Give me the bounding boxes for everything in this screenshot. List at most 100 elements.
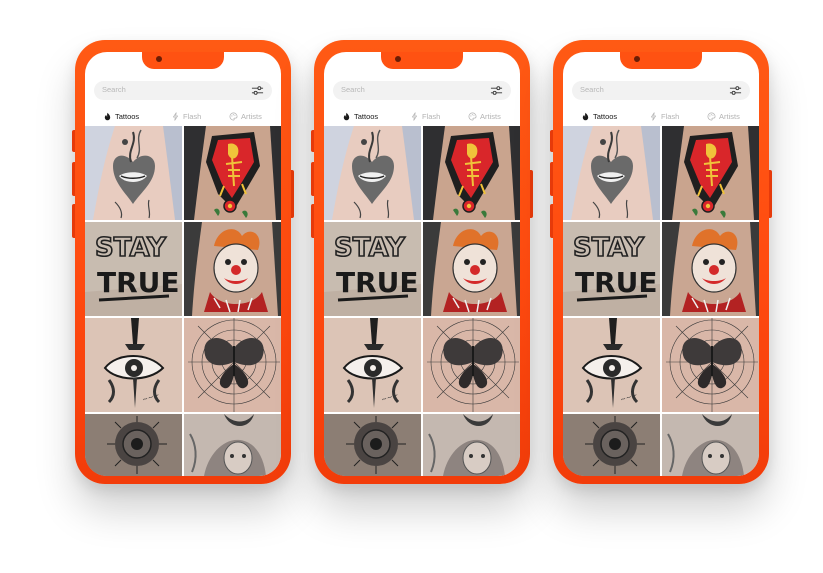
dagger-eye-tattoo-image: ~~~ bbox=[563, 318, 660, 412]
gallery-tile-skeleton[interactable] bbox=[662, 126, 759, 220]
flame-icon bbox=[104, 112, 111, 120]
filter-sliders-icon[interactable] bbox=[729, 84, 742, 97]
tattoo-lettering-bottom: TRUE bbox=[97, 266, 180, 299]
tab-flash[interactable]: Flash bbox=[171, 108, 201, 124]
gallery-tile-mandala[interactable] bbox=[85, 414, 182, 476]
mandala-tattoo-image bbox=[324, 414, 421, 476]
clown-tattoo-image bbox=[662, 222, 759, 316]
gallery-tile-stay-true[interactable]: STAY TRUE bbox=[563, 222, 660, 316]
flash-icon bbox=[650, 111, 657, 121]
front-camera bbox=[634, 56, 640, 62]
dagger-eye-tattoo-image: ~~~ bbox=[324, 318, 421, 412]
stay-true-lettering-tattoo-image: STAY TRUE bbox=[324, 222, 421, 316]
gallery-tile-skeleton[interactable] bbox=[423, 126, 520, 220]
tab-tattoos[interactable]: Tattoos bbox=[581, 108, 617, 124]
dagger-eye-tattoo-image: ~~~ bbox=[85, 318, 182, 412]
tattoo-gallery: STAY TRUE ~~~ bbox=[563, 126, 759, 476]
search-placeholder: Search bbox=[341, 85, 365, 94]
gallery-tile-mandala[interactable] bbox=[324, 414, 421, 476]
tattoo-lettering-top: STAY bbox=[95, 233, 167, 263]
tattoo-gallery: STAY TRUE ~~~ bbox=[85, 126, 281, 476]
gallery-tile-butterfly[interactable] bbox=[184, 318, 281, 412]
category-tabs: Tattoos Flash Artists bbox=[324, 108, 520, 124]
front-camera bbox=[395, 56, 401, 62]
volume-up-button bbox=[72, 162, 75, 196]
gallery-tile-butterfly[interactable] bbox=[423, 318, 520, 412]
tab-label: Artists bbox=[480, 111, 501, 121]
gallery-tile-dagger-eye[interactable]: ~~~ bbox=[563, 318, 660, 412]
tab-label: Flash bbox=[183, 111, 202, 121]
gallery-tile-heart-lips[interactable] bbox=[563, 126, 660, 220]
tab-label: Artists bbox=[719, 111, 740, 121]
stay-true-lettering-tattoo-image: STAY TRUE bbox=[85, 222, 182, 316]
butterfly-web-tattoo-image bbox=[423, 318, 520, 412]
tattoo-gallery: STAY TRUE ~~~ bbox=[324, 126, 520, 476]
gallery-tile-moon-portrait[interactable] bbox=[184, 414, 281, 476]
volume-down-button bbox=[550, 204, 553, 238]
gallery-tile-stay-true[interactable]: STAY TRUE bbox=[85, 222, 182, 316]
tab-flash[interactable]: Flash bbox=[410, 108, 440, 124]
skeleton-traditional-tattoo-image bbox=[184, 126, 281, 220]
gallery-tile-mandala[interactable] bbox=[563, 414, 660, 476]
gallery-tile-clown[interactable] bbox=[423, 222, 520, 316]
skeleton-traditional-tattoo-image bbox=[423, 126, 520, 220]
gallery-tile-skeleton[interactable] bbox=[184, 126, 281, 220]
power-button bbox=[530, 170, 533, 218]
phone-mockup-left: Search Tattoos Flash Artists STAY TRUE ~… bbox=[72, 40, 294, 484]
clown-tattoo-image bbox=[423, 222, 520, 316]
mandala-tattoo-image bbox=[85, 414, 182, 476]
gallery-tile-moon-portrait[interactable] bbox=[662, 414, 759, 476]
palette-icon bbox=[468, 112, 477, 120]
stay-true-lettering-tattoo-image: STAY TRUE bbox=[563, 222, 660, 316]
mute-switch bbox=[72, 130, 75, 152]
notch bbox=[381, 52, 463, 69]
mandala-tattoo-image bbox=[563, 414, 660, 476]
butterfly-web-tattoo-image bbox=[184, 318, 281, 412]
gallery-tile-moon-portrait[interactable] bbox=[423, 414, 520, 476]
tab-label: Tattoos bbox=[354, 111, 379, 121]
tab-artists[interactable]: Artists bbox=[229, 108, 262, 124]
palette-icon bbox=[229, 112, 238, 120]
gallery-tile-clown[interactable] bbox=[184, 222, 281, 316]
gallery-tile-dagger-eye[interactable]: ~~~ bbox=[324, 318, 421, 412]
heart-lips-tattoo-image bbox=[324, 126, 421, 220]
tab-tattoos[interactable]: Tattoos bbox=[342, 108, 378, 124]
tab-flash[interactable]: Flash bbox=[649, 108, 679, 124]
tab-label: Flash bbox=[422, 111, 441, 121]
tab-tattoos[interactable]: Tattoos bbox=[103, 108, 139, 124]
butterfly-web-tattoo-image bbox=[662, 318, 759, 412]
tab-label: Artists bbox=[241, 111, 262, 121]
phone-mockup-center: Search Tattoos Flash Artists STAY TRUE ~… bbox=[311, 40, 533, 484]
skeleton-traditional-tattoo-image bbox=[662, 126, 759, 220]
mockup-stage: Search Tattoos Flash Artists STAY TRUE ~… bbox=[0, 0, 823, 573]
tattoo-lettering-bottom: TRUE bbox=[575, 266, 658, 299]
tab-artists[interactable]: Artists bbox=[707, 108, 740, 124]
search-placeholder: Search bbox=[580, 85, 604, 94]
flash-icon bbox=[172, 111, 179, 121]
filter-sliders-icon[interactable] bbox=[490, 84, 503, 97]
heart-lips-tattoo-image bbox=[85, 126, 182, 220]
volume-down-button bbox=[311, 204, 314, 238]
phone-screen: Search Tattoos Flash Artists STAY TRUE ~… bbox=[563, 52, 759, 476]
tab-artists[interactable]: Artists bbox=[468, 108, 501, 124]
moon-portrait-tattoo-image bbox=[423, 414, 520, 476]
search-input[interactable]: Search bbox=[94, 81, 272, 100]
phone-screen: Search Tattoos Flash Artists STAY TRUE ~… bbox=[324, 52, 520, 476]
gallery-tile-clown[interactable] bbox=[662, 222, 759, 316]
front-camera bbox=[156, 56, 162, 62]
mute-switch bbox=[550, 130, 553, 152]
gallery-tile-stay-true[interactable]: STAY TRUE bbox=[324, 222, 421, 316]
gallery-tile-heart-lips[interactable] bbox=[85, 126, 182, 220]
notch bbox=[620, 52, 702, 69]
search-input[interactable]: Search bbox=[333, 81, 511, 100]
gallery-tile-dagger-eye[interactable]: ~~~ bbox=[85, 318, 182, 412]
volume-down-button bbox=[72, 204, 75, 238]
search-input[interactable]: Search bbox=[572, 81, 750, 100]
gallery-tile-butterfly[interactable] bbox=[662, 318, 759, 412]
filter-sliders-icon[interactable] bbox=[251, 84, 264, 97]
volume-up-button bbox=[550, 162, 553, 196]
palette-icon bbox=[707, 112, 716, 120]
power-button bbox=[769, 170, 772, 218]
flash-icon bbox=[411, 111, 418, 121]
gallery-tile-heart-lips[interactable] bbox=[324, 126, 421, 220]
